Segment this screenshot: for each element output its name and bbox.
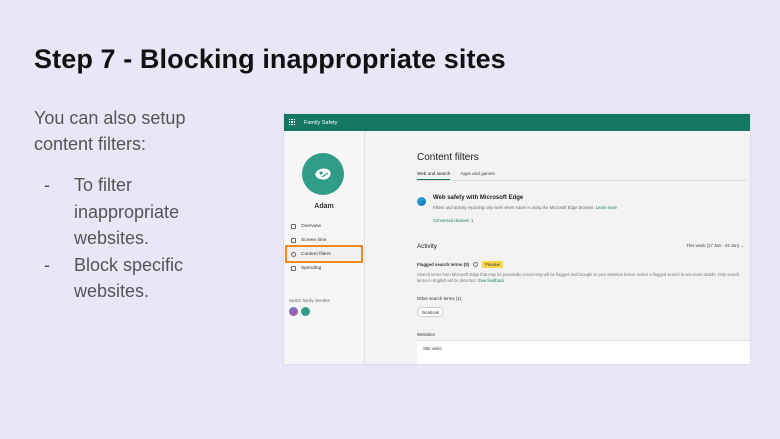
main-content: Content filters Web and search Apps and … [365, 131, 750, 364]
date-range-dropdown[interactable]: This week (17 Jan - 23 Jan) ⌄ [686, 243, 744, 249]
app-title[interactable]: Family Safety [304, 120, 337, 126]
learn-more-link[interactable]: Learn more [596, 205, 617, 210]
spending-icon [291, 265, 296, 271]
screen-time-icon [291, 237, 296, 243]
websites-label: Websites [417, 332, 435, 337]
page-title: Content filters [417, 152, 479, 163]
avatar [302, 153, 344, 195]
connected-devices-link[interactable]: Connected devices: 1 [433, 218, 473, 223]
family-member-avatar[interactable] [289, 307, 298, 316]
bullet-dash: - [44, 254, 50, 275]
switch-family-label: Switch family member [289, 298, 330, 303]
site-visits-card[interactable]: Site visits [417, 340, 750, 364]
sidebar: Adam Overview Screen time Content filter… [284, 131, 365, 364]
tab-divider [417, 180, 747, 181]
flagged-search-header: Flagged search terms (0) Preview [417, 261, 503, 268]
family-safety-screenshot: Family Safety Adam Overview Screen time … [284, 114, 750, 364]
content-filter-icon [291, 251, 296, 257]
sidebar-item-spending[interactable]: Spending [287, 261, 361, 275]
sidebar-item-screen-time[interactable]: Screen time [287, 233, 361, 247]
family-member-avatar[interactable] [301, 307, 310, 316]
sidebar-item-overview[interactable]: Overview [287, 219, 361, 233]
date-range-label: This week (17 Jan - 23 Jan) [686, 243, 740, 248]
slide-title: Step 7 - Blocking inappropriate sites [34, 44, 506, 74]
flagged-search-label: Flagged search terms (0) [417, 262, 469, 267]
tab-web-and-search[interactable]: Web and search [417, 171, 451, 180]
bullet-text: Block specific websites. [74, 254, 184, 302]
web-safety-title: Web safety with Microsoft Edge [433, 195, 524, 201]
sidebar-nav: Overview Screen time Content filters Spe… [285, 219, 363, 275]
sidebar-item-label: Screen time [301, 237, 327, 243]
sidebar-item-label: Content filters [301, 251, 331, 257]
flagged-search-description: Search terms from Microsoft Edge that ma… [417, 272, 747, 283]
info-icon[interactable] [472, 262, 478, 267]
avatar-face-icon [315, 168, 331, 180]
other-search-label: Other search terms (1) [417, 296, 462, 301]
app-launcher-icon[interactable] [289, 119, 295, 125]
bullet-item: - To filter inappropriate websites. [40, 172, 240, 252]
edge-browser-icon [417, 197, 426, 206]
sidebar-item-content-filters[interactable]: Content filters [285, 245, 363, 263]
web-safety-description: Filters and activity reporting only work… [433, 205, 617, 210]
site-visits-label: Site visits [423, 346, 442, 351]
activity-heading: Activity [417, 243, 437, 250]
bullet-dash: - [44, 175, 50, 195]
overview-icon [291, 223, 296, 229]
bullet-text: To filter inappropriate websites. [74, 175, 180, 248]
flagged-desc-text: Search terms from Microsoft Edge that ma… [417, 272, 740, 283]
give-feedback-link[interactable]: Give feedback [478, 278, 504, 283]
tab-bar: Web and search Apps and games [417, 171, 495, 180]
bullet-item: - Block specific websites. [40, 252, 240, 305]
sidebar-item-label: Spending [301, 265, 322, 271]
user-name: Adam [314, 203, 334, 210]
app-header: Family Safety [284, 114, 750, 131]
sidebar-item-label: Overview [301, 223, 321, 229]
search-term-chip[interactable]: facebook [417, 307, 444, 317]
slide-intro: You can also setup content filters: [34, 108, 186, 154]
web-safety-text: Filters and activity reporting only work… [433, 204, 595, 210]
slide-bullet-list: - To filter inappropriate websites. - Bloc… [40, 172, 240, 305]
tab-apps-and-games[interactable]: Apps and games [460, 171, 494, 180]
chevron-down-icon: ⌄ [740, 243, 744, 248]
preview-badge: Preview [481, 261, 503, 268]
